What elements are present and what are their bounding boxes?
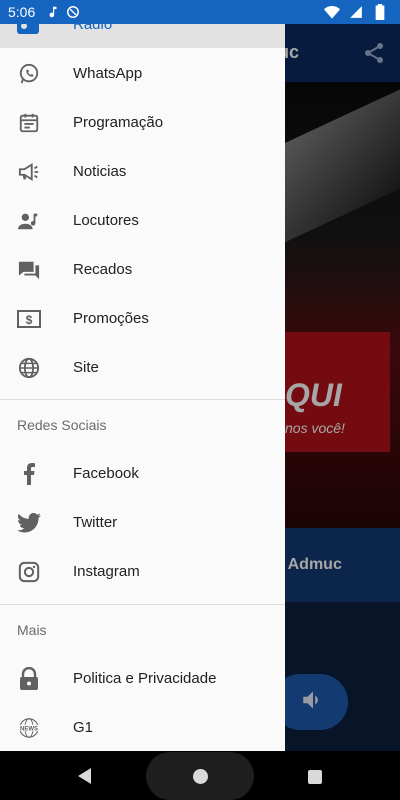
drawer-item-label: Recados [73, 261, 133, 278]
instagram-icon [17, 560, 41, 584]
wifi-icon [324, 4, 340, 20]
battery-icon [372, 4, 388, 20]
drawer-item-label: Locutores [73, 212, 139, 229]
music-note-icon [45, 4, 61, 20]
status-time: 5:06 [8, 4, 36, 20]
dollar-bill-icon: $ [17, 307, 41, 331]
status-bar: 5:06 [0, 0, 400, 24]
drawer-item-label: Promoções [73, 310, 149, 327]
drawer-item-facebook[interactable]: Facebook [0, 449, 285, 498]
news-globe-icon: NEWS [17, 716, 41, 740]
drawer-item-noticias[interactable]: Noticias [0, 147, 285, 196]
drawer-item-site[interactable]: Site [0, 343, 285, 392]
drawer-item-radio[interactable]: Radio [0, 24, 285, 48]
drawer-item-label: Programação [73, 114, 164, 131]
drawer-item-label: Radio [73, 24, 113, 33]
home-button[interactable] [146, 752, 254, 800]
drawer-item-label: Site [73, 359, 99, 376]
drawer-item-label: G1 [73, 719, 94, 736]
navigation-drawer: Radio WhatsApp Programação Noticias Locu… [0, 24, 285, 751]
signal-icon [348, 4, 364, 20]
megaphone-icon [17, 160, 41, 184]
recent-apps-icon[interactable] [308, 770, 322, 784]
home-icon [192, 768, 208, 784]
drawer-item-label: Politica e Privacidade [73, 670, 217, 687]
svg-text:NEWS: NEWS [20, 726, 38, 732]
at-sign-icon [65, 4, 81, 20]
system-nav-bar [0, 751, 400, 800]
drawer-scrim[interactable] [285, 24, 400, 751]
twitter-icon [17, 511, 41, 535]
social-section-header: Redes Sociais [17, 417, 107, 433]
drawer-item-promocoes[interactable]: $ Promoções [0, 294, 285, 343]
facebook-icon [17, 462, 41, 486]
drawer-item-recados[interactable]: Recados [0, 245, 285, 294]
drawer-item-programacao[interactable]: Programação [0, 98, 285, 147]
drawer-item-label: Instagram [73, 563, 140, 580]
drawer-item-label: Noticias [73, 163, 127, 180]
drawer-item-label: Facebook [73, 465, 139, 482]
radio-icon [17, 24, 39, 34]
drawer-divider [0, 604, 285, 605]
drawer-divider [0, 399, 285, 400]
whatsapp-icon [17, 62, 41, 86]
drawer-item-privacy[interactable]: Politica e Privacidade [0, 654, 285, 703]
globe-icon [17, 356, 41, 380]
drawer-item-label: WhatsApp [73, 65, 143, 82]
svg-text:$: $ [26, 313, 33, 327]
drawer-item-g1[interactable]: NEWS G1 [0, 703, 285, 751]
more-section-header: Mais [17, 622, 47, 638]
drawer-item-twitter[interactable]: Twitter [0, 498, 285, 547]
drawer-item-instagram[interactable]: Instagram [0, 547, 285, 596]
calendar-icon [17, 111, 41, 135]
drawer-item-label: Twitter [73, 514, 118, 531]
drawer-item-locutores[interactable]: Locutores [0, 196, 285, 245]
person-music-icon [17, 209, 41, 233]
drawer-item-whatsapp[interactable]: WhatsApp [0, 49, 285, 98]
chat-icon [17, 258, 41, 282]
back-icon[interactable] [76, 767, 94, 785]
lock-icon [17, 666, 41, 691]
